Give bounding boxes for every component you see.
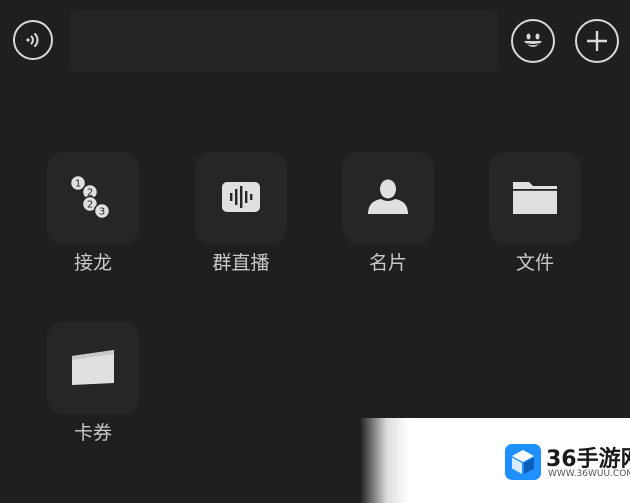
svg-text:1: 1 bbox=[75, 179, 81, 190]
panel-item-file[interactable]: 文件 bbox=[475, 152, 595, 292]
group-live-icon bbox=[222, 182, 260, 212]
folder-icon bbox=[513, 182, 557, 214]
panel-item-label: 接龙 bbox=[73, 252, 112, 274]
tile-background bbox=[489, 152, 581, 244]
panel-item-label: 文件 bbox=[515, 252, 554, 274]
voice-input-icon bbox=[26, 33, 39, 47]
panel-item-contact-card[interactable]: 名片 bbox=[328, 152, 448, 292]
chat-extension-panel: 1 2 2 3 接龙 群直播 名片 文件 卡券 36手游 WWW.36WUU.C… bbox=[0, 0, 630, 503]
tile-background bbox=[342, 152, 434, 244]
tile-background bbox=[47, 322, 139, 414]
plus-icon bbox=[587, 31, 607, 51]
solitaire-icon: 1 2 2 3 bbox=[69, 174, 111, 220]
tile-background bbox=[195, 152, 287, 244]
voice-button[interactable] bbox=[13, 20, 53, 60]
svg-text:2: 2 bbox=[87, 200, 93, 211]
panel-item-coupon[interactable]: 卡券 bbox=[33, 322, 153, 462]
panel-item-label: 群直播 bbox=[212, 252, 270, 274]
cube-logo-icon bbox=[505, 444, 541, 480]
panel-item-solitaire[interactable]: 1 2 2 3 接龙 bbox=[33, 152, 153, 292]
panel-item-group-live[interactable]: 群直播 bbox=[181, 152, 301, 292]
coupon-icon bbox=[72, 350, 114, 385]
contact-card-icon bbox=[368, 179, 408, 214]
chat-input-bar bbox=[0, 0, 630, 84]
panel-item-label: 名片 bbox=[368, 252, 407, 274]
emoji-button[interactable] bbox=[511, 19, 555, 63]
svg-text:3: 3 bbox=[99, 207, 105, 218]
tile-background: 1 2 2 3 bbox=[47, 152, 139, 244]
watermark-url: WWW.36WUU.COM bbox=[548, 469, 630, 479]
panel-item-label: 卡券 bbox=[73, 422, 112, 444]
emoji-icon bbox=[524, 33, 542, 47]
message-input[interactable] bbox=[70, 10, 498, 72]
more-functions-button[interactable] bbox=[575, 19, 619, 63]
